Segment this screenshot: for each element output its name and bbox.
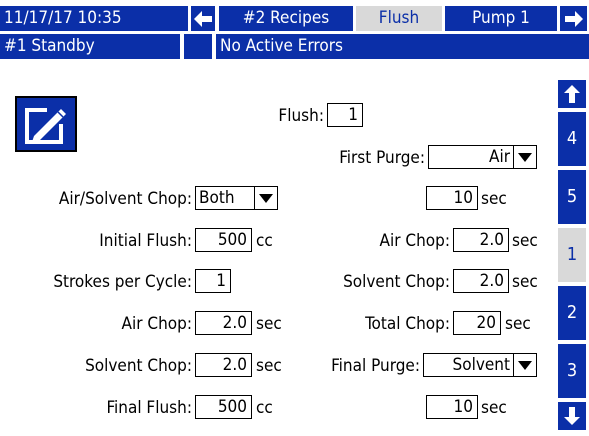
edit-button[interactable] — [15, 96, 77, 152]
chevron-down-icon — [254, 187, 277, 209]
final-purge-time-unit: sec — [481, 398, 507, 418]
side-tab-3[interactable]: 3 — [558, 344, 586, 398]
right-air-chop-unit: sec — [512, 231, 538, 251]
air-chop-label: Air Chop: — [121, 314, 192, 334]
system-status: #1 Standby — [0, 34, 180, 59]
right-air-chop-label: Air Chop: — [379, 231, 450, 251]
first-purge-time-unit: sec — [481, 189, 507, 209]
next-screen-button[interactable] — [560, 6, 587, 31]
air-solvent-chop-value: Both — [199, 188, 235, 208]
strokes-per-cycle-field[interactable]: 1 — [195, 269, 231, 293]
side-tab-2[interactable]: 2 — [558, 286, 586, 340]
air-solvent-chop-label: Air/Solvent Chop: — [58, 189, 192, 209]
total-chop-field[interactable]: 20 — [453, 311, 501, 335]
right-air-chop-field[interactable]: 2.0 — [453, 228, 509, 252]
solvent-chop-field[interactable]: 2.0 — [195, 353, 252, 377]
datetime-display: 11/17/17 10:35 — [0, 6, 188, 31]
arrow-down-icon — [564, 407, 580, 425]
side-tab-4[interactable]: 4 — [558, 112, 586, 166]
chevron-down-icon — [513, 146, 536, 168]
final-purge-select[interactable]: Solvent — [423, 353, 537, 377]
arrow-up-icon — [564, 85, 580, 103]
initial-flush-field[interactable]: 500 — [195, 228, 252, 252]
first-purge-label: First Purge: — [339, 148, 425, 168]
final-flush-unit: cc — [256, 398, 273, 418]
right-solvent-chop-field[interactable]: 2.0 — [453, 269, 509, 293]
final-purge-label: Final Purge: — [331, 356, 420, 376]
prev-screen-button[interactable] — [191, 6, 215, 31]
final-purge-value: Solvent — [452, 355, 510, 375]
total-chop-unit: sec — [505, 314, 531, 334]
scroll-up-button[interactable] — [558, 80, 586, 108]
first-purge-select[interactable]: Air — [428, 145, 537, 169]
chevron-down-icon — [513, 354, 536, 376]
initial-flush-unit: cc — [256, 231, 273, 251]
arrow-right-icon — [564, 10, 583, 27]
side-tab-1[interactable]: 1 — [558, 228, 586, 282]
final-flush-field[interactable]: 500 — [195, 395, 252, 419]
total-chop-label: Total Chop: — [365, 314, 450, 334]
first-purge-time-field[interactable]: 10 — [426, 186, 478, 210]
final-purge-time-field[interactable]: 10 — [426, 395, 478, 419]
flush-number-field[interactable]: 1 — [327, 103, 363, 127]
flush-label: Flush: — [278, 106, 324, 126]
strokes-per-cycle-label: Strokes per Cycle: — [53, 272, 192, 292]
scroll-down-button[interactable] — [558, 402, 586, 430]
tab-recipes[interactable]: #2 Recipes — [219, 6, 353, 31]
edit-icon — [25, 108, 66, 144]
tab-flush[interactable]: Flush — [356, 6, 442, 31]
right-solvent-chop-label: Solvent Chop: — [343, 272, 450, 292]
error-status: No Active Errors — [216, 34, 589, 59]
status-spacer — [184, 34, 212, 59]
air-chop-unit: sec — [256, 314, 282, 334]
initial-flush-label: Initial Flush: — [99, 231, 192, 251]
right-solvent-chop-unit: sec — [512, 272, 538, 292]
solvent-chop-label: Solvent Chop: — [85, 356, 192, 376]
arrow-left-icon — [194, 10, 212, 27]
air-solvent-chop-select[interactable]: Both — [195, 186, 278, 210]
air-chop-field[interactable]: 2.0 — [195, 311, 252, 335]
first-purge-value: Air — [489, 147, 510, 167]
tab-pump[interactable]: Pump 1 — [445, 6, 557, 31]
side-tab-5[interactable]: 5 — [558, 170, 586, 224]
final-flush-label: Final Flush: — [106, 398, 192, 418]
solvent-chop-unit: sec — [256, 356, 282, 376]
